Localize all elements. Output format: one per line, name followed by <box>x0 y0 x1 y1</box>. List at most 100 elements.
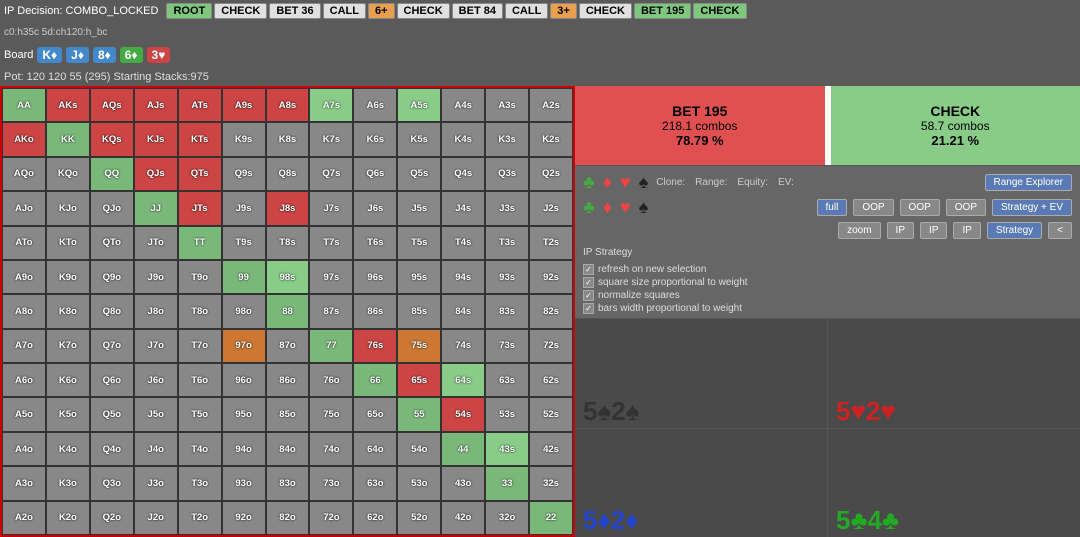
zoom-button[interactable]: zoom <box>838 222 880 239</box>
matrix-cell[interactable]: 75o <box>309 397 353 431</box>
matrix-cell[interactable]: 93o <box>222 466 266 500</box>
diamond-icon-2[interactable]: ♦ <box>603 197 612 218</box>
matrix-cell[interactable]: J7o <box>134 329 178 363</box>
matrix-cell[interactable]: T8s <box>266 226 310 260</box>
matrix-cell[interactable]: Q4o <box>90 432 134 466</box>
matrix-cell[interactable]: 84o <box>266 432 310 466</box>
matrix-cell[interactable]: A3o <box>2 466 46 500</box>
matrix-cell[interactable]: Q4s <box>441 157 485 191</box>
checkbox-2[interactable]: ✓ <box>583 277 594 288</box>
check-button-final[interactable]: CHECK <box>693 3 746 19</box>
matrix-cell[interactable]: QJs <box>134 157 178 191</box>
matrix-cell[interactable]: 55 <box>397 397 441 431</box>
board-card-spades[interactable]: 5♠2♠ <box>575 319 827 428</box>
matrix-cell[interactable]: A5s <box>397 88 441 122</box>
matrix-cell[interactable]: Q7s <box>309 157 353 191</box>
matrix-cell[interactable]: KQs <box>90 122 134 156</box>
matrix-cell[interactable]: Q3s <box>485 157 529 191</box>
matrix-cell[interactable]: A8s <box>266 88 310 122</box>
matrix-cell[interactable]: J2s <box>529 191 573 225</box>
matrix-cell[interactable]: J8s <box>266 191 310 225</box>
matrix-cell[interactable]: K3o <box>46 466 90 500</box>
spade-icon-2[interactable]: ♠ <box>639 197 649 218</box>
matrix-cell[interactable]: 83s <box>485 294 529 328</box>
matrix-cell[interactable]: T4o <box>178 432 222 466</box>
matrix-cell[interactable]: K5s <box>397 122 441 156</box>
matrix-cell[interactable]: A4o <box>2 432 46 466</box>
card-3[interactable]: 3♥ <box>147 47 171 63</box>
matrix-cell[interactable]: 98o <box>222 294 266 328</box>
arrow-button[interactable]: < <box>1048 222 1072 239</box>
matrix-cell[interactable]: 65s <box>397 363 441 397</box>
matrix-cell[interactable]: J8o <box>134 294 178 328</box>
matrix-cell[interactable]: 83o <box>266 466 310 500</box>
matrix-cell[interactable]: AJs <box>134 88 178 122</box>
matrix-cell[interactable]: QQ <box>90 157 134 191</box>
check-button-1[interactable]: CHECK <box>214 3 267 19</box>
matrix-cell[interactable]: 63s <box>485 363 529 397</box>
matrix-cell[interactable]: T2s <box>529 226 573 260</box>
matrix-cell[interactable]: K4o <box>46 432 90 466</box>
matrix-cell[interactable]: 66 <box>353 363 397 397</box>
matrix-cell[interactable]: K7o <box>46 329 90 363</box>
matrix-cell[interactable]: 98s <box>266 260 310 294</box>
matrix-cell[interactable]: 32o <box>485 501 529 535</box>
matrix-cell[interactable]: J3o <box>134 466 178 500</box>
matrix-cell[interactable]: Q9s <box>222 157 266 191</box>
range-explorer-button[interactable]: Range Explorer <box>985 174 1072 191</box>
ip-button-ev[interactable]: IP <box>953 222 980 239</box>
matrix-cell[interactable]: J6s <box>353 191 397 225</box>
matrix-cell[interactable]: KJo <box>46 191 90 225</box>
check-action-box[interactable]: CHECK 58.7 combos 21.21 % <box>831 86 1080 165</box>
matrix-cell[interactable]: AKo <box>2 122 46 156</box>
matrix-cell[interactable]: ATo <box>2 226 46 260</box>
matrix-cell[interactable]: T7o <box>178 329 222 363</box>
matrix-cell[interactable]: JJ <box>134 191 178 225</box>
matrix-cell[interactable]: 92o <box>222 501 266 535</box>
matrix-cell[interactable]: 97s <box>309 260 353 294</box>
matrix-cell[interactable]: A9s <box>222 88 266 122</box>
matrix-cell[interactable]: T4s <box>441 226 485 260</box>
matrix-cell[interactable]: 32s <box>529 466 573 500</box>
matrix-cell[interactable]: 87o <box>266 329 310 363</box>
matrix-cell[interactable]: 99 <box>222 260 266 294</box>
matrix-cell[interactable]: TT <box>178 226 222 260</box>
matrix-cell[interactable]: K7s <box>309 122 353 156</box>
bet84-button[interactable]: BET 84 <box>452 3 503 19</box>
matrix-cell[interactable]: A2s <box>529 88 573 122</box>
card-j[interactable]: J♦ <box>66 47 89 63</box>
matrix-cell[interactable]: KTo <box>46 226 90 260</box>
card-6[interactable]: 6♦ <box>120 47 143 63</box>
bet-action-box[interactable]: BET 195 218.1 combos 78.79 % <box>575 86 825 165</box>
matrix-cell[interactable]: 54o <box>397 432 441 466</box>
matrix-cell[interactable]: Q2s <box>529 157 573 191</box>
matrix-cell[interactable]: J5s <box>397 191 441 225</box>
call-button-2[interactable]: CALL <box>505 3 548 19</box>
matrix-cell[interactable]: Q9o <box>90 260 134 294</box>
matrix-cell[interactable]: KQo <box>46 157 90 191</box>
matrix-cell[interactable]: A7s <box>309 88 353 122</box>
matrix-cell[interactable]: T9o <box>178 260 222 294</box>
matrix-cell[interactable]: 72s <box>529 329 573 363</box>
matrix-cell[interactable]: K5o <box>46 397 90 431</box>
matrix-cell[interactable]: 74o <box>309 432 353 466</box>
matrix-cell[interactable]: A6s <box>353 88 397 122</box>
matrix-cell[interactable]: 95s <box>397 260 441 294</box>
matrix-cell[interactable]: K6s <box>353 122 397 156</box>
call-button-1[interactable]: CALL <box>323 3 366 19</box>
matrix-cell[interactable]: 42o <box>441 501 485 535</box>
matrix-cell[interactable]: J2o <box>134 501 178 535</box>
matrix-cell[interactable]: 88 <box>266 294 310 328</box>
matrix-cell[interactable]: ATs <box>178 88 222 122</box>
board-card-hearts[interactable]: 5♥2♥ <box>828 319 1080 428</box>
matrix-cell[interactable]: 33 <box>485 466 529 500</box>
6plus-button[interactable]: 6+ <box>368 3 395 19</box>
matrix-cell[interactable]: J6o <box>134 363 178 397</box>
matrix-cell[interactable]: 43o <box>441 466 485 500</box>
matrix-cell[interactable]: 92s <box>529 260 573 294</box>
matrix-cell[interactable]: KTs <box>178 122 222 156</box>
heart-icon-1[interactable]: ♥ <box>620 172 631 193</box>
matrix-cell[interactable]: 96o <box>222 363 266 397</box>
matrix-cell[interactable]: AA <box>2 88 46 122</box>
matrix-cell[interactable]: 82s <box>529 294 573 328</box>
